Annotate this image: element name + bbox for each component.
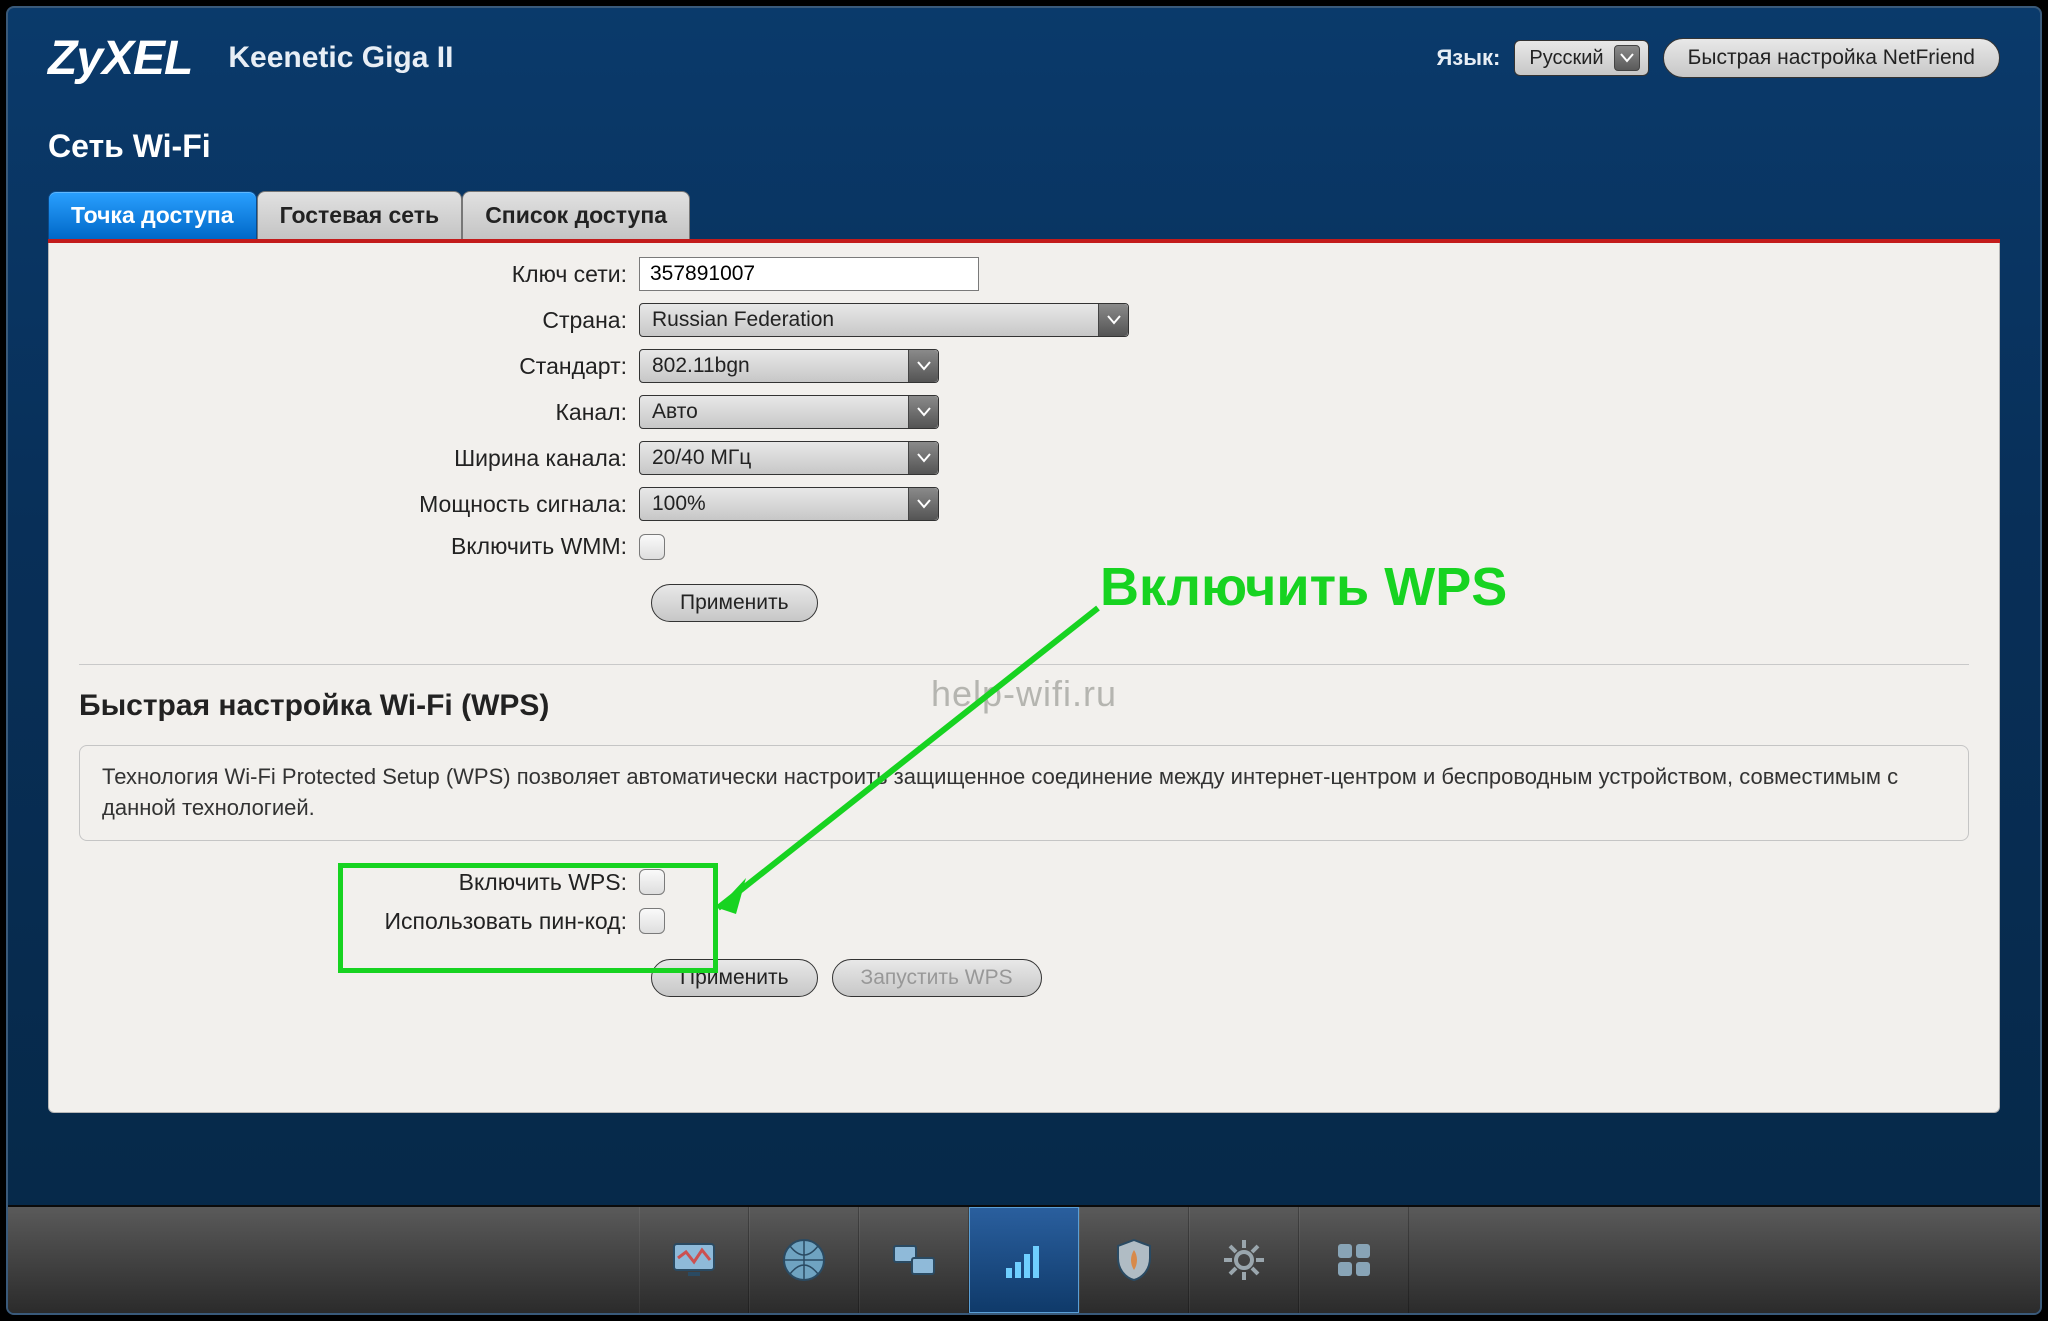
start-wps-button[interactable]: Запустить WPS (832, 959, 1042, 997)
section-divider (79, 664, 1969, 665)
channel-label: Канал: (79, 399, 639, 426)
standard-label: Стандарт: (79, 353, 639, 380)
channel-width-select[interactable]: 20/40 МГц (639, 441, 939, 475)
language-label: Язык: (1436, 45, 1500, 71)
chevron-down-icon (1614, 45, 1640, 71)
header-bar: ZyXEL Keenetic Giga II Язык: Русский Быс… (8, 8, 2040, 108)
standard-select[interactable]: 802.11bgn (639, 349, 939, 383)
wmm-checkbox[interactable] (639, 534, 665, 560)
country-label: Страна: (79, 307, 639, 334)
channel-value: Авто (652, 400, 698, 424)
tab-bar: Точка доступа Гостевая сеть Список досту… (8, 191, 2040, 239)
computers-icon (886, 1232, 942, 1288)
wps-apply-button[interactable]: Применить (651, 959, 818, 997)
product-name: Keenetic Giga II (228, 41, 453, 75)
gear-icon (1216, 1232, 1272, 1288)
network-key-label: Ключ сети: (79, 261, 639, 288)
channel-width-label: Ширина канала: (79, 445, 639, 472)
wps-apply-label: Применить (680, 966, 789, 989)
start-wps-label: Запустить WPS (861, 966, 1013, 989)
nav-apps[interactable] (1299, 1207, 1409, 1313)
nav-system[interactable] (1189, 1207, 1299, 1313)
enable-wps-label: Включить WPS: (79, 869, 639, 896)
wps-info-box: Технология Wi-Fi Protected Setup (WPS) п… (79, 745, 1969, 841)
country-value: Russian Federation (652, 308, 834, 332)
chevron-down-icon (1098, 304, 1128, 336)
app-window: ZyXEL Keenetic Giga II Язык: Русский Быс… (6, 6, 2042, 1315)
tab-label: Гостевая сеть (280, 202, 440, 228)
brand-logo: ZyXEL (48, 31, 192, 86)
apply-button[interactable]: Применить (651, 584, 818, 622)
tx-power-value: 100% (652, 492, 706, 516)
grid-icon (1326, 1232, 1382, 1288)
apply-label: Применить (680, 591, 789, 614)
language-select[interactable]: Русский (1514, 40, 1648, 76)
bottom-nav (8, 1205, 2040, 1313)
chevron-down-icon (908, 350, 938, 382)
quick-setup-button[interactable]: Быстрая настройка NetFriend (1663, 38, 2000, 78)
nav-security[interactable] (1079, 1207, 1189, 1313)
tab-guest-network[interactable]: Гостевая сеть (257, 191, 463, 239)
nav-status[interactable] (639, 1207, 749, 1313)
tx-power-select[interactable]: 100% (639, 487, 939, 521)
country-select[interactable]: Russian Federation (639, 303, 1129, 337)
nav-wifi[interactable] (969, 1207, 1079, 1313)
wmm-label: Включить WMM: (79, 533, 639, 560)
use-pin-checkbox[interactable] (639, 908, 665, 934)
shield-icon (1106, 1232, 1162, 1288)
globe-icon (776, 1232, 832, 1288)
wifi-bars-icon (996, 1232, 1052, 1288)
wps-section-title: Быстрая настройка Wi-Fi (WPS) (79, 689, 1969, 723)
chevron-down-icon (908, 442, 938, 474)
page-title: Сеть Wi-Fi (8, 108, 2040, 191)
content-panel: Ключ сети: Страна: Russian Federation Ст… (48, 243, 2000, 1113)
chevron-down-icon (908, 396, 938, 428)
chevron-down-icon (908, 488, 938, 520)
quick-setup-label: Быстрая настройка NetFriend (1688, 46, 1975, 70)
tab-access-point[interactable]: Точка доступа (48, 191, 257, 239)
tab-label: Список доступа (485, 202, 667, 228)
tx-power-label: Мощность сигнала: (79, 491, 639, 518)
wps-info-text: Технология Wi-Fi Protected Setup (WPS) п… (102, 764, 1898, 820)
monitor-icon (666, 1232, 722, 1288)
header-right: Язык: Русский Быстрая настройка NetFrien… (1436, 38, 2000, 78)
nav-home-network[interactable] (859, 1207, 969, 1313)
enable-wps-checkbox[interactable] (639, 869, 665, 895)
tab-access-list[interactable]: Список доступа (462, 191, 690, 239)
use-pin-label: Использовать пин-код: (79, 908, 639, 935)
tab-label: Точка доступа (71, 202, 234, 228)
nav-internet[interactable] (749, 1207, 859, 1313)
language-value: Русский (1529, 47, 1603, 70)
standard-value: 802.11bgn (652, 354, 750, 378)
channel-width-value: 20/40 МГц (652, 446, 751, 470)
channel-select[interactable]: Авто (639, 395, 939, 429)
network-key-input[interactable] (639, 257, 979, 291)
